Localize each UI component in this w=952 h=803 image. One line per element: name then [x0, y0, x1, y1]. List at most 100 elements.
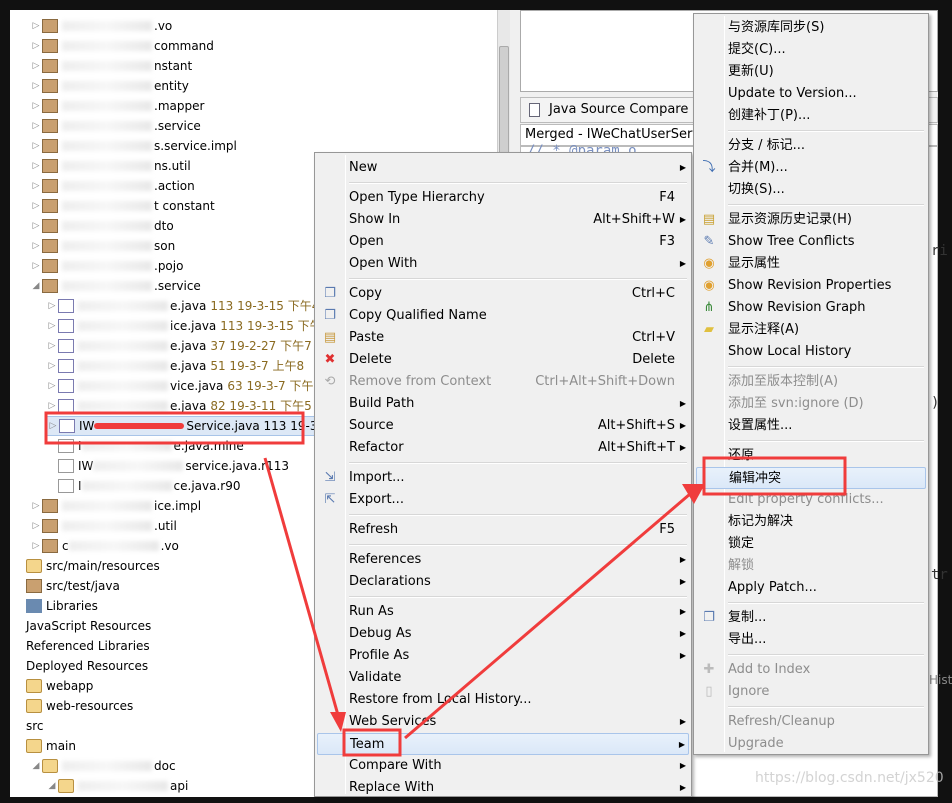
tree-item[interactable]: ▷ nstant [30, 56, 192, 76]
tree-item[interactable]: ▷ e.java 37 19-2-27 下午7 [46, 336, 312, 356]
expand-toggle-icon[interactable]: ▷ [30, 36, 42, 56]
tree-item[interactable]: Ice.java.r90 [46, 476, 241, 496]
menu-item-item-26[interactable]: 锁定 [696, 533, 926, 555]
menu-item-p[interactable]: 创建补丁(P)... [696, 105, 926, 127]
tree-item[interactable]: ◢ api [46, 776, 188, 796]
tree-item[interactable]: Referenced Libraries [14, 636, 150, 656]
tree-item[interactable]: ◢ .service [30, 276, 201, 296]
menu-item-replace-with[interactable]: Replace With ▶ [317, 777, 689, 799]
expand-toggle-icon[interactable]: ◢ [46, 776, 58, 796]
tree-item[interactable]: src/main/resources [14, 556, 160, 576]
tree-item[interactable]: ▷ .action [30, 176, 195, 196]
menu-item-copy[interactable]: ❐ Copy Ctrl+C [317, 283, 689, 305]
tree-item[interactable]: src/test/java [14, 576, 120, 596]
scrollbar-thumb[interactable] [499, 46, 509, 156]
menu-item-h[interactable]: ▤ 显示资源历史记录(H) [696, 209, 926, 231]
menu-item-item-30[interactable]: ❐ 复制... [696, 607, 926, 629]
expand-toggle-icon[interactable]: ▷ [30, 496, 42, 516]
tree-item[interactable]: web-resources [14, 696, 133, 716]
menu-item-profile-as[interactable]: Profile As ▶ [317, 645, 689, 667]
menu-item-item-12[interactable]: ◉ 显示属性 [696, 253, 926, 275]
menu-item-m[interactable]: ⤵ 合并(M)... [696, 157, 926, 179]
tree-item[interactable]: ▷ .service [30, 116, 201, 136]
tree-item[interactable]: ▷ son [30, 236, 175, 256]
expand-toggle-icon[interactable]: ▷ [46, 336, 58, 356]
menu-item-validate[interactable]: Validate [317, 667, 689, 689]
expand-toggle-icon[interactable]: ▷ [30, 216, 42, 236]
tree-item[interactable]: Libraries [14, 596, 98, 616]
tree-item[interactable]: ▷ c .vo [30, 536, 179, 556]
menu-item-web-services[interactable]: Web Services ▶ [317, 711, 689, 733]
menu-item-s[interactable]: 切换(S)... [696, 179, 926, 201]
menu-item-show-revision-graph[interactable]: ⋔ Show Revision Graph [696, 297, 926, 319]
expand-toggle-icon[interactable]: ▷ [30, 96, 42, 116]
menu-item-import[interactable]: ⇲ Import... [317, 467, 689, 489]
menu-item-show-in[interactable]: Show In Alt+Shift+W ▶ [317, 209, 689, 231]
menu-item-open-with[interactable]: Open With ▶ [317, 253, 689, 275]
menu-item-show-tree-conflicts[interactable]: ✎ Show Tree Conflicts [696, 231, 926, 253]
tree-item[interactable]: ▷ e.java 113 19-3-15 下午4:56 [46, 296, 339, 316]
menu-item-c[interactable]: 提交(C)... [696, 39, 926, 61]
tree-item[interactable]: ▷ dto [30, 216, 174, 236]
expand-toggle-icon[interactable]: ◢ [30, 756, 42, 776]
menu-item-refresh[interactable]: Refresh F5 [317, 519, 689, 541]
tree-item[interactable]: ▷ .mapper [30, 96, 204, 116]
menu-item-compare-with[interactable]: Compare With ▶ [317, 755, 689, 777]
menu-item-item-22[interactable]: 还原 [696, 445, 926, 467]
tree-item[interactable]: IW service.java.r113 [46, 456, 289, 476]
menu-item-open[interactable]: Open F3 [317, 231, 689, 253]
menu-item-debug-as[interactable]: Debug As ▶ [317, 623, 689, 645]
expand-toggle-icon[interactable]: ▷ [46, 356, 58, 376]
menu-item-build-path[interactable]: Build Path ▶ [317, 393, 689, 415]
tree-item[interactable]: ▷ s.service.impl [30, 136, 237, 156]
menu-item-team[interactable]: Team ▶ [317, 733, 689, 755]
tree-item[interactable]: ▷ ice.java 113 19-3-15 下午 [46, 316, 322, 336]
menu-item-update-to-version[interactable]: Update to Version... [696, 83, 926, 105]
tree-item[interactable]: JavaScript Resources [14, 616, 151, 636]
menu-item-item-25[interactable]: 标记为解决 [696, 511, 926, 533]
menu-item-s[interactable]: 与资源库同步(S) [696, 17, 926, 39]
menu-item-show-local-history[interactable]: Show Local History [696, 341, 926, 363]
tree-item[interactable]: ▷ .vo [30, 16, 172, 36]
tree-item[interactable]: webapp [14, 676, 93, 696]
expand-toggle-icon[interactable]: ▷ [46, 396, 58, 416]
menu-item-open-type-hierarchy[interactable]: Open Type Hierarchy F4 [317, 187, 689, 209]
menu-item-item-20[interactable]: 设置属性... [696, 415, 926, 437]
menu-item-references[interactable]: References ▶ [317, 549, 689, 571]
expand-toggle-icon[interactable]: ▷ [46, 376, 58, 396]
expand-toggle-icon[interactable]: ▷ [30, 156, 42, 176]
expand-toggle-icon[interactable]: ▷ [30, 236, 42, 256]
menu-item-export[interactable]: ⇱ Export... [317, 489, 689, 511]
tree-item[interactable]: ▷ vice.java 63 19-3-7 下午 [46, 376, 313, 396]
menu-item-u[interactable]: 更新(U) [696, 61, 926, 83]
menu-item-apply-patch[interactable]: Apply Patch... [696, 577, 926, 599]
expand-toggle-icon[interactable]: ▷ [47, 416, 59, 436]
expand-toggle-icon[interactable]: ▷ [30, 196, 42, 216]
expand-toggle-icon[interactable]: ▷ [30, 116, 42, 136]
menu-item-item-6[interactable]: 分支 / 标记... [696, 135, 926, 157]
tree-item[interactable]: ◢ doc [30, 756, 176, 776]
tree-item[interactable]: ▷ e.java 82 19-3-11 下午5 [46, 396, 312, 416]
expand-toggle-icon[interactable]: ▷ [46, 316, 58, 336]
tree-item[interactable]: ▷ command [30, 36, 214, 56]
expand-toggle-icon[interactable]: ◢ [30, 276, 42, 296]
expand-toggle-icon[interactable]: ▷ [30, 536, 42, 556]
expand-toggle-icon[interactable]: ▷ [30, 76, 42, 96]
history-tab-fragment[interactable]: Hist [929, 673, 952, 687]
menu-item-declarations[interactable]: Declarations ▶ [317, 571, 689, 593]
tree-item[interactable]: ▷ .pojo [30, 256, 183, 276]
tree-item[interactable]: Ie.java.mine [46, 436, 244, 456]
expand-toggle-icon[interactable]: ▷ [30, 56, 42, 76]
menu-item-paste[interactable]: ▤ Paste Ctrl+V [317, 327, 689, 349]
menu-item-delete[interactable]: ✖ Delete Delete [317, 349, 689, 371]
expand-toggle-icon[interactable]: ▷ [46, 296, 58, 316]
tree-item[interactable]: ▷ ice.impl [30, 496, 201, 516]
expand-toggle-icon[interactable]: ▷ [30, 516, 42, 536]
menu-item-a[interactable]: ▰ 显示注释(A) [696, 319, 926, 341]
menu-item-source[interactable]: Source Alt+Shift+S ▶ [317, 415, 689, 437]
menu-item-restore-from-local-history[interactable]: Restore from Local History... [317, 689, 689, 711]
tree-item[interactable]: ▷ .util [30, 516, 177, 536]
expand-toggle-icon[interactable]: ▷ [30, 256, 42, 276]
tree-item[interactable]: src [14, 716, 44, 736]
tree-item[interactable]: main [14, 736, 76, 756]
